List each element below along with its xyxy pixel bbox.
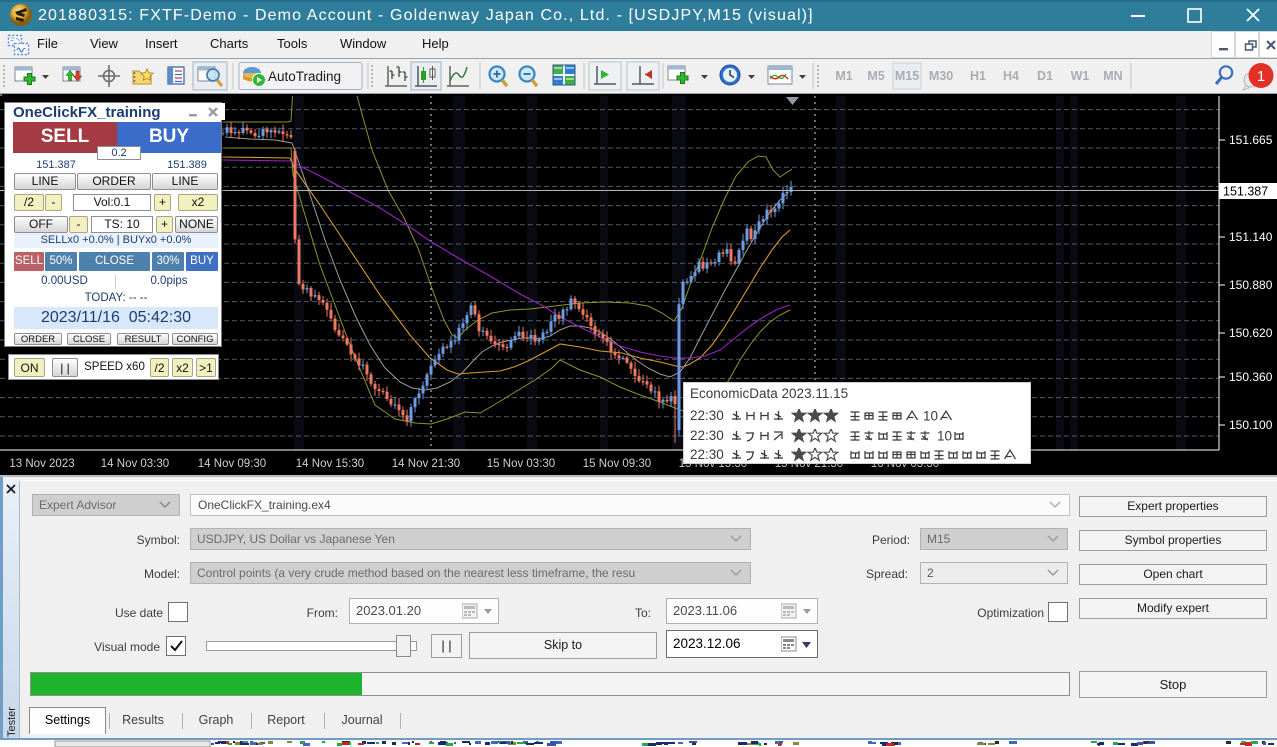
svg-text:13 Nov 2023: 13 Nov 2023 [9, 458, 74, 470]
svg-text:D1: D1 [1037, 69, 1053, 83]
svg-text:14 Nov 03:30: 14 Nov 03:30 [101, 458, 169, 470]
svg-text:M15: M15 [895, 69, 919, 83]
svg-text:MN: MN [1103, 69, 1122, 83]
svg-text:151.140: 151.140 [1229, 230, 1273, 244]
svg-text:M5: M5 [867, 69, 884, 83]
svg-text:150.880: 150.880 [1229, 278, 1273, 292]
svg-text:M1: M1 [835, 69, 852, 83]
svg-text:15 Nov 03:30: 15 Nov 03:30 [487, 458, 555, 470]
svg-text:1: 1 [1257, 68, 1265, 85]
svg-text:10: 10 [937, 429, 952, 444]
svg-text:150.620: 150.620 [1229, 326, 1273, 340]
svg-text:14 Nov 15:30: 14 Nov 15:30 [296, 458, 364, 470]
svg-text:15 Nov 09:30: 15 Nov 09:30 [583, 458, 651, 470]
svg-text:M30: M30 [929, 69, 953, 83]
svg-text:H1: H1 [970, 69, 986, 83]
svg-text:150.100: 150.100 [1229, 418, 1273, 432]
svg-text:151.387: 151.387 [1223, 185, 1268, 199]
svg-text:W1: W1 [1071, 69, 1090, 83]
svg-text:150.360: 150.360 [1229, 370, 1273, 384]
svg-text:10: 10 [923, 409, 938, 424]
svg-text:151.665: 151.665 [1229, 133, 1273, 147]
svg-text:14 Nov 21:30: 14 Nov 21:30 [392, 458, 460, 470]
svg-text:H4: H4 [1003, 69, 1019, 83]
svg-text:AutoTrading: AutoTrading [268, 69, 341, 84]
svg-text:14 Nov 09:30: 14 Nov 09:30 [198, 458, 266, 470]
